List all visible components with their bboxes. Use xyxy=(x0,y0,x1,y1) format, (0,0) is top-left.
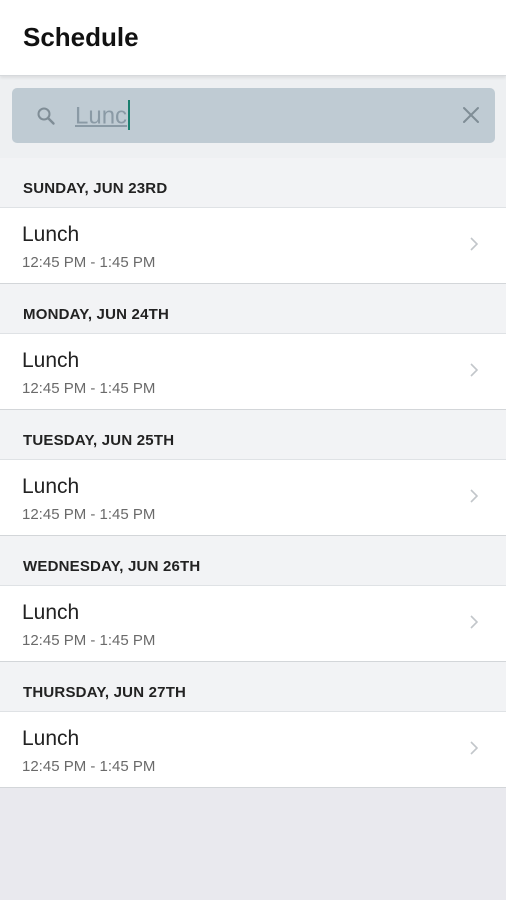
event-name: Lunch xyxy=(22,475,80,498)
section-header-tuesday: TUESDAY, JUN 25TH xyxy=(0,410,506,460)
schedule-screen: Schedule Lunc SUNDAY, JUN 23RD Lunch 12:… xyxy=(0,0,506,900)
chevron-right-icon xyxy=(470,489,478,503)
app-bar: Schedule xyxy=(0,0,506,76)
section-header-thursday: THURSDAY, JUN 27TH xyxy=(0,662,506,712)
event-time: 12:45 PM - 1:45 PM xyxy=(22,254,156,271)
search-field[interactable]: Lunc xyxy=(12,88,495,143)
list-item[interactable]: Lunch 12:45 PM - 1:45 PM xyxy=(0,208,506,284)
section-header-wednesday: WEDNESDAY, JUN 26TH xyxy=(0,536,506,586)
event-name: Lunch xyxy=(22,349,80,372)
chevron-right-icon xyxy=(470,237,478,251)
event-name: Lunch xyxy=(22,727,80,750)
section-header-monday: MONDAY, JUN 24TH xyxy=(0,284,506,334)
search-input[interactable]: Lunc xyxy=(75,100,131,132)
event-time: 12:45 PM - 1:45 PM xyxy=(22,380,156,397)
page-title: Schedule xyxy=(23,22,139,52)
chevron-right-icon xyxy=(470,741,478,755)
search-input-value: Lunc xyxy=(75,102,128,130)
event-name: Lunch xyxy=(22,601,80,624)
schedule-list: SUNDAY, JUN 23RD Lunch 12:45 PM - 1:45 P… xyxy=(0,158,506,788)
event-time: 12:45 PM - 1:45 PM xyxy=(22,632,156,649)
close-icon[interactable] xyxy=(461,105,481,125)
event-time: 12:45 PM - 1:45 PM xyxy=(22,506,156,523)
event-time: 12:45 PM - 1:45 PM xyxy=(22,758,156,775)
section-header-sunday: SUNDAY, JUN 23RD xyxy=(0,158,506,208)
search-icon xyxy=(37,107,55,125)
text-caret xyxy=(128,100,131,130)
event-name: Lunch xyxy=(22,223,80,246)
list-item[interactable]: Lunch 12:45 PM - 1:45 PM xyxy=(0,460,506,536)
chevron-right-icon xyxy=(470,615,478,629)
list-item[interactable]: Lunch 12:45 PM - 1:45 PM xyxy=(0,586,506,662)
search-bar-container: Lunc xyxy=(0,76,506,158)
list-item[interactable]: Lunch 12:45 PM - 1:45 PM xyxy=(0,334,506,410)
chevron-right-icon xyxy=(470,363,478,377)
list-item[interactable]: Lunch 12:45 PM - 1:45 PM xyxy=(0,712,506,788)
